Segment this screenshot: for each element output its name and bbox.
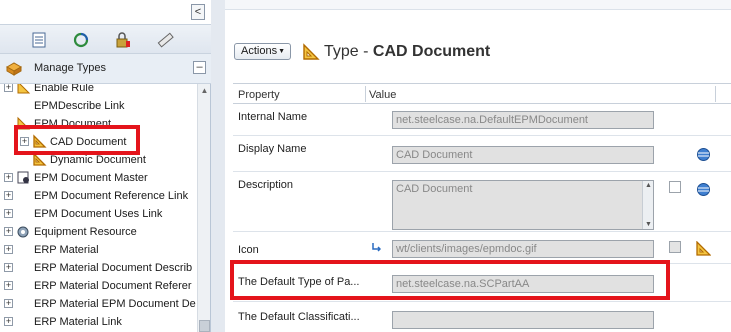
- refresh-icon[interactable]: [72, 31, 90, 49]
- page-title: Type - CAD Document: [324, 43, 490, 61]
- type-title-prefix: Type -: [324, 43, 373, 60]
- properties-table-header: Property Value: [233, 84, 731, 104]
- tree-item[interactable]: + ERP Material: [0, 241, 197, 259]
- property-label: Internal Name: [238, 111, 308, 123]
- details-header-strip: [225, 0, 731, 10]
- description-textarea[interactable]: CAD Document ▲ ▼: [392, 180, 654, 230]
- column-header-value[interactable]: Value: [369, 89, 396, 101]
- manage-types-header: Manage Types –: [0, 54, 211, 84]
- tree-item[interactable]: EPMDescribe Link: [0, 97, 197, 115]
- tree-item-label: ERP Material: [34, 244, 99, 256]
- lock-icon[interactable]: [114, 31, 132, 49]
- rule-icon: [17, 84, 31, 94]
- actions-menu-button[interactable]: Actions ▼: [234, 43, 291, 60]
- globe-icon[interactable]: [696, 182, 711, 197]
- type-tree: + Enable Rule EPMDescribe Link EPM Document…: [0, 84, 197, 332]
- property-row-display-name: Display Name CAD Document: [233, 136, 731, 172]
- property-label: The Default Classificati...: [238, 311, 360, 323]
- expand-toggle-icon[interactable]: +: [4, 84, 13, 92]
- expand-toggle-icon[interactable]: +: [4, 263, 13, 272]
- property-label: Icon: [238, 244, 259, 256]
- navigator-header: <: [0, 0, 211, 24]
- tree-item[interactable]: + Equipment Resource: [0, 223, 197, 241]
- property-row-description: Description CAD Document ▲ ▼: [233, 172, 731, 232]
- tree-item[interactable]: + ERP Material Document Referer: [0, 277, 197, 295]
- highlight-box-default-type: [230, 260, 670, 300]
- scroll-down-icon[interactable]: ▼: [645, 221, 652, 228]
- tree-item-label: ERP Material Document Describ: [34, 262, 193, 274]
- inherit-arrow-icon[interactable]: [371, 242, 381, 252]
- tree-item[interactable]: + ERP Material Document Describ: [0, 259, 197, 277]
- expand-toggle-icon[interactable]: +: [4, 317, 13, 326]
- display-name-field[interactable]: CAD Document: [392, 146, 654, 164]
- internal-name-field[interactable]: net.steelcase.na.DefaultEPMDocument: [392, 111, 654, 129]
- expand-toggle-icon[interactable]: +: [4, 209, 13, 218]
- tree-item[interactable]: + EPM Document Master: [0, 169, 197, 187]
- expand-toggle-icon[interactable]: +: [4, 227, 13, 236]
- ruler-icon[interactable]: [156, 31, 174, 49]
- property-label: Description: [238, 179, 294, 191]
- textarea-scrollbar[interactable]: ▲ ▼: [642, 181, 653, 229]
- column-separator[interactable]: [365, 86, 366, 102]
- tree-item[interactable]: + ERP Material EPM Document De: [0, 295, 197, 313]
- default-classification-field[interactable]: [392, 311, 654, 329]
- tree-item[interactable]: + EPM Document Uses Link: [0, 205, 197, 223]
- description-text: CAD Document: [396, 183, 473, 195]
- scroll-up-icon[interactable]: ▲: [645, 182, 652, 189]
- manage-types-icon: [6, 62, 22, 76]
- tree-item[interactable]: + ERP Material Link: [0, 313, 197, 331]
- expand-toggle-icon[interactable]: +: [4, 173, 13, 182]
- expand-toggle-icon[interactable]: +: [4, 191, 13, 200]
- tree-item-label: EPMDescribe Link: [34, 100, 125, 112]
- description-checkbox[interactable]: [669, 181, 681, 193]
- chevron-down-icon: ▼: [278, 48, 285, 55]
- equipment-icon: [17, 226, 29, 238]
- scroll-up-icon[interactable]: ▲: [200, 86, 209, 95]
- type-navigator-panel: < Manage Types – + Enable Rule EPMDescribe…: [0, 0, 211, 332]
- tree-item-label: Equipment Resource: [34, 226, 137, 238]
- tree-item-label: EPM Document Uses Link: [34, 208, 163, 220]
- tree-item-label: EPM Document Master: [34, 172, 148, 184]
- type-title-name: CAD Document: [372, 43, 491, 60]
- document-master-icon: [17, 171, 29, 184]
- property-row-default-classification: The Default Classificati...: [233, 302, 731, 332]
- globe-icon[interactable]: [696, 147, 711, 162]
- scrollbar-thumb[interactable]: [199, 320, 210, 332]
- navigator-toolbar: [0, 24, 211, 54]
- list-view-icon[interactable]: [30, 31, 48, 49]
- tree-item-label: ERP Material EPM Document De: [34, 298, 196, 310]
- tree-scrollbar[interactable]: ▲: [197, 84, 210, 332]
- manage-types-title: Manage Types: [34, 62, 106, 74]
- property-row-internal-name: Internal Name net.steelcase.na.DefaultEP…: [233, 104, 731, 136]
- tree-item[interactable]: + Enable Rule: [0, 84, 197, 97]
- icon-checkbox[interactable]: [669, 241, 681, 253]
- actions-label: Actions: [241, 45, 278, 57]
- icon-path-field[interactable]: wt/clients/images/epmdoc.gif: [392, 240, 654, 258]
- pane-splitter[interactable]: [211, 0, 225, 332]
- column-header-property[interactable]: Property: [238, 89, 280, 101]
- tree-item-label: Dynamic Document: [50, 154, 146, 166]
- tree-item-label: ERP Material Document Referer: [34, 280, 192, 292]
- tree-item-label: Enable Rule: [34, 84, 94, 94]
- column-separator[interactable]: [715, 86, 716, 102]
- highlight-box-cad-document: [14, 125, 140, 155]
- expand-toggle-icon[interactable]: +: [4, 245, 13, 254]
- tree-item-label: EPM Document Reference Link: [34, 190, 189, 202]
- cad-document-icon: [696, 241, 711, 256]
- manage-types-collapse-button[interactable]: –: [193, 61, 206, 74]
- collapse-navigator-button[interactable]: <: [191, 4, 205, 20]
- tree-item[interactable]: + EPM Document Reference Link: [0, 187, 197, 205]
- tree-item-label: ERP Material Link: [34, 316, 122, 328]
- expand-toggle-icon[interactable]: +: [4, 281, 13, 290]
- expand-toggle-icon[interactable]: +: [4, 299, 13, 308]
- cad-document-icon: [303, 43, 320, 60]
- property-label: Display Name: [238, 143, 307, 155]
